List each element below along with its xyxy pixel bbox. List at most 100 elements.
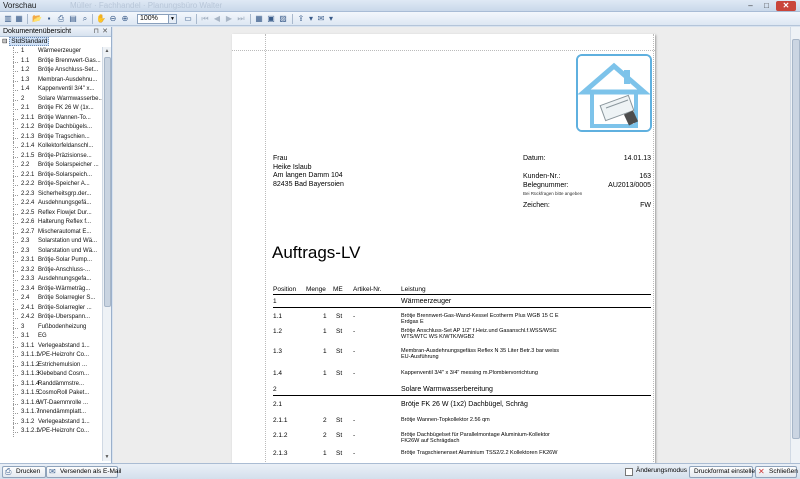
pin-icon[interactable]: ⊓ bbox=[94, 27, 99, 37]
scrollbar-thumb[interactable] bbox=[792, 39, 800, 439]
outline-item[interactable]: 2 Solare Warmwasserbe... bbox=[0, 94, 102, 105]
toggle-sidebar-icon[interactable]: ▥ bbox=[3, 14, 13, 24]
outline-item[interactable]: 1.3 Membran-Ausdehnu... bbox=[0, 75, 102, 86]
print-button[interactable]: ⎙ Drucken bbox=[2, 466, 46, 478]
outline-item[interactable]: 2.2.2 Brötje-Speicher A... bbox=[0, 180, 102, 190]
outline-item[interactable]: 2.1.5 Brötje-Präzisionse... bbox=[0, 151, 102, 162]
zoom-in-icon[interactable]: ⊕ bbox=[120, 14, 130, 24]
print-icon[interactable]: ⎙ bbox=[56, 14, 66, 24]
outline-item[interactable]: 3.1.1.6 WT-Daemmrolle ... bbox=[0, 398, 102, 409]
background-icon[interactable]: ▨ bbox=[278, 14, 288, 24]
previous-page-icon[interactable]: ◀ bbox=[212, 14, 222, 24]
address-line: Frau bbox=[273, 155, 288, 162]
outline-item-number: 3.1.1.2 bbox=[21, 361, 40, 368]
outline-item[interactable]: 2.1.3 Brötje Tragschien... bbox=[0, 132, 102, 143]
outline-item[interactable]: 2.2.6 Halterung Reflex f... bbox=[0, 218, 102, 228]
scrollbar-thumb[interactable] bbox=[104, 57, 111, 307]
close-window-button[interactable]: ✕ bbox=[776, 1, 796, 11]
close-button[interactable]: ✕ Schließen bbox=[755, 466, 798, 478]
outline-item[interactable]: 3.1.1.2 Estrichemulsion ... bbox=[0, 360, 102, 371]
recipient-address: Frau Heike Islaub Am langen Damm 104 824… bbox=[273, 155, 344, 189]
zoom-page-icon[interactable]: ▭ bbox=[183, 14, 193, 24]
document-number-label: Belegnummer: bbox=[523, 182, 569, 189]
outline-item[interactable]: 2.4 Brötje Solarregler S... bbox=[0, 294, 102, 304]
export-dropdown-icon[interactable]: ▾ bbox=[306, 14, 316, 24]
outline-item[interactable]: 2.3.4 Brötje-Wärmeträg... bbox=[0, 284, 102, 295]
outline-item[interactable]: 3 Fußbodenheizung bbox=[0, 322, 102, 333]
last-page-icon[interactable]: ⏭ bbox=[236, 14, 246, 24]
outline-title: Dokumentenübersicht bbox=[3, 28, 72, 35]
export-icon[interactable]: ⇪ bbox=[296, 14, 306, 24]
zoom-out-icon[interactable]: ⊖ bbox=[108, 14, 118, 24]
outline-item[interactable]: 2.4.2 Brötje-Überspann... bbox=[0, 313, 102, 323]
next-page-icon[interactable]: ▶ bbox=[224, 14, 234, 24]
open-icon[interactable]: 📂 bbox=[32, 14, 42, 24]
scroll-down-icon[interactable]: ▼ bbox=[103, 453, 111, 461]
outline-item[interactable]: 2.3.1 Brötje-Solar Pump... bbox=[0, 256, 102, 266]
zoom-select[interactable]: 100% ▼ bbox=[137, 14, 177, 24]
outline-item-number: 2.2.4 bbox=[21, 200, 35, 206]
outline-item-label: Brötje-Solarregler ... bbox=[38, 304, 92, 311]
outline-item-label: Sicherheitsgrp.der... bbox=[38, 190, 92, 197]
page-layout-icon[interactable]: ▣ bbox=[266, 14, 276, 24]
thumbnails-icon[interactable]: ▦ bbox=[14, 14, 24, 24]
print-format-button[interactable]: Druckformat einstellen bbox=[689, 466, 759, 478]
outline-item[interactable]: 3.1.1.1 VPE-Heizrohr Co... bbox=[0, 351, 102, 361]
save-icon[interactable]: ▪ bbox=[44, 14, 54, 24]
outline-item[interactable]: 2.2 Brötje Solarspeicher ... bbox=[0, 161, 102, 171]
quick-print-icon[interactable]: ▤ bbox=[68, 14, 78, 24]
outline-item[interactable]: 2.3 Solarstation und Wä... bbox=[0, 237, 102, 247]
toolbar-separator bbox=[196, 14, 197, 24]
cell-unit: St bbox=[336, 450, 343, 457]
search-icon[interactable]: ⌕ bbox=[80, 14, 90, 24]
send-email-button[interactable]: ✉ Versenden als E-Mail bbox=[46, 466, 121, 478]
minimize-button[interactable]: – bbox=[744, 1, 757, 11]
email-icon[interactable]: ✉ bbox=[316, 14, 326, 24]
outline-item[interactable]: 1.1 Brötje Brennwert-Gas... bbox=[0, 56, 102, 67]
outline-item[interactable]: 2.1 Brötje FK 26 W (1x... bbox=[0, 104, 102, 114]
outline-item[interactable]: 2.2.4 Ausdehnungsgefä... bbox=[0, 199, 102, 209]
outline-item-number: 3.1.1.1 bbox=[21, 352, 40, 358]
email-dropdown-icon[interactable]: ▾ bbox=[326, 14, 336, 24]
toolbar-separator bbox=[250, 14, 251, 24]
first-page-icon[interactable]: ⏮ bbox=[200, 14, 210, 24]
multi-page-icon[interactable]: ▦ bbox=[254, 14, 264, 24]
maximize-button[interactable]: □ bbox=[760, 1, 773, 11]
outline-item[interactable]: 2.3.3 Ausdehnungsgefa... bbox=[0, 275, 102, 285]
outline-item[interactable]: 3.1.2 Verlegeabstand 1... bbox=[0, 417, 102, 428]
outline-item-label: Reflex Flowjet Dur... bbox=[38, 209, 92, 216]
outline-item[interactable]: 3.1.1.7 Innendämmplatt... bbox=[0, 408, 102, 418]
preview-scrollbar[interactable] bbox=[790, 27, 800, 463]
outline-item-label: Brötje FK 26 W (1x... bbox=[38, 105, 94, 111]
outline-scrollbar[interactable]: ▲ ▼ bbox=[102, 47, 111, 461]
outline-item[interactable]: 2.2.3 Sicherheitsgrp.der... bbox=[0, 189, 102, 200]
outline-item[interactable]: 3.1 EG bbox=[0, 332, 102, 342]
outline-item[interactable]: 3.1.1.3 Klebeband Cosm... bbox=[0, 370, 102, 380]
outline-item[interactable]: 2.1.2 Brötje Dachbügels... bbox=[0, 123, 102, 133]
cell-position: 1 bbox=[273, 298, 277, 305]
outline-item[interactable]: 2.2.1 Brötje-Solarspeich... bbox=[0, 170, 102, 181]
outline-item[interactable]: 2.1.1 Brötje Wannen-To... bbox=[0, 113, 102, 124]
outline-root[interactable]: ⊟ StdStandard bbox=[0, 37, 111, 46]
outline-item[interactable]: 2.4.1 Brötje-Solarregler ... bbox=[0, 303, 102, 314]
outline-item[interactable]: 1 Wärmeerzeuger bbox=[0, 47, 102, 57]
outline-item[interactable]: 3.1.1.5 CosmoRoll Paket... bbox=[0, 389, 102, 399]
outline-item[interactable]: 2.1.4 Kollektorfeldanschl... bbox=[0, 142, 102, 152]
outline-item[interactable]: 3.1.2.1 VPE-Heizrohr Co... bbox=[0, 427, 102, 437]
outline-item[interactable]: 1.4 Kappenventil 3/4" x... bbox=[0, 85, 102, 95]
outline-item-label: Brötje Solarregler S... bbox=[38, 295, 96, 301]
change-mode-checkbox[interactable] bbox=[625, 468, 633, 476]
close-panel-icon[interactable]: ✕ bbox=[102, 27, 108, 37]
outline-item[interactable]: 2.2.5 Reflex Flowjet Dur... bbox=[0, 208, 102, 219]
chevron-down-icon[interactable]: ▼ bbox=[168, 15, 176, 23]
hand-tool-icon[interactable]: ✋ bbox=[96, 14, 106, 24]
outline-item[interactable]: 2.3.2 Brötje-Anschluss-... bbox=[0, 265, 102, 276]
address-line: 82435 Bad Bayersoien bbox=[273, 180, 344, 188]
outline-item[interactable]: 3.1.1 Verlegeabstand 1... bbox=[0, 341, 102, 352]
scroll-up-icon[interactable]: ▲ bbox=[103, 47, 111, 55]
outline-item[interactable]: 2.2.7 Mischerautomat E... bbox=[0, 227, 102, 238]
toolbar-separator bbox=[292, 14, 293, 24]
outline-item[interactable]: 1.2 Brötje Anschluss-Set... bbox=[0, 66, 102, 76]
outline-item[interactable]: 2.3 Solarstation und Wä... bbox=[0, 246, 102, 257]
outline-item[interactable]: 3.1.1.4 Randdämmstre... bbox=[0, 379, 102, 390]
